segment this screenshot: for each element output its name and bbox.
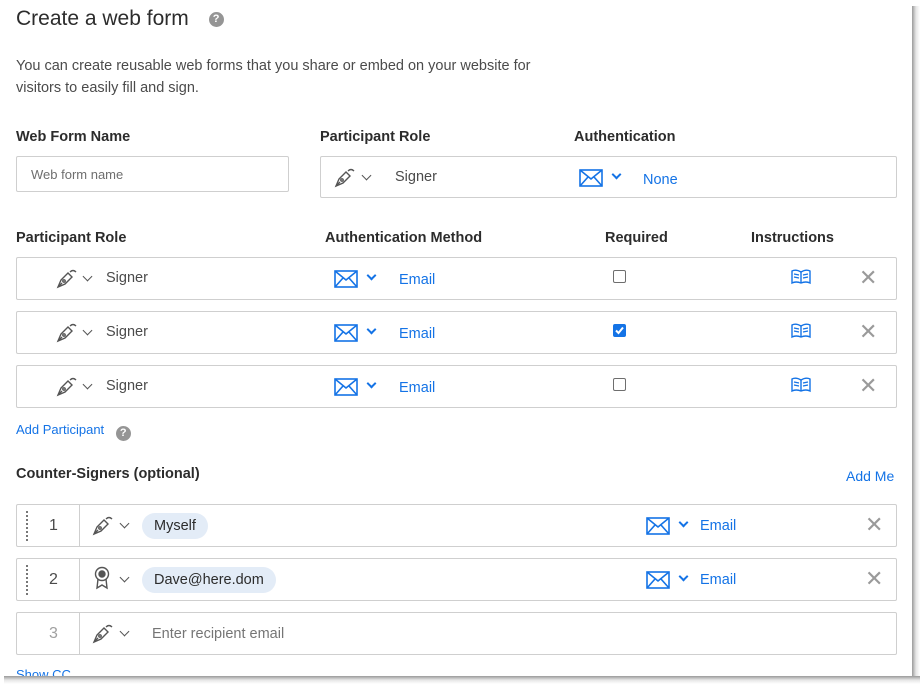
authentication-method-value[interactable]: Email bbox=[700, 518, 736, 534]
award-icon[interactable] bbox=[93, 566, 111, 597]
table-row: Signer Email ✕ bbox=[16, 311, 897, 354]
close-icon[interactable]: ✕ bbox=[865, 514, 883, 536]
chevron-down-icon[interactable] bbox=[82, 379, 93, 390]
book-icon[interactable] bbox=[791, 377, 811, 398]
participant-role-value[interactable]: Signer bbox=[106, 324, 148, 340]
pen-icon[interactable] bbox=[333, 167, 357, 194]
recipient-email-input[interactable] bbox=[152, 623, 552, 645]
add-participant-link[interactable]: Add Participant bbox=[16, 422, 104, 437]
authentication-method-value[interactable]: Email bbox=[700, 572, 736, 588]
panel-shadow bbox=[4, 676, 920, 684]
divider bbox=[79, 613, 80, 654]
default-participant-row: Signer None bbox=[320, 156, 897, 198]
mail-icon[interactable] bbox=[646, 571, 670, 594]
counter-signer-row: 1 Myself Email ✕ bbox=[16, 504, 897, 547]
page-title-text: Create a web form bbox=[16, 7, 189, 30]
chevron-down-icon[interactable] bbox=[119, 572, 130, 583]
close-icon[interactable]: ✕ bbox=[859, 375, 877, 397]
participant-role-value[interactable]: Signer bbox=[106, 378, 148, 394]
add-participant: Add Participant ? bbox=[16, 422, 131, 441]
chevron-down-icon[interactable] bbox=[82, 325, 93, 336]
show-cc-link[interactable]: Show CC bbox=[16, 667, 71, 676]
recipient-pill[interactable]: Myself bbox=[142, 513, 208, 539]
close-icon[interactable]: ✕ bbox=[859, 267, 877, 289]
mail-icon[interactable] bbox=[334, 378, 358, 401]
authentication-label: Authentication bbox=[574, 129, 676, 145]
mail-icon[interactable] bbox=[334, 270, 358, 293]
chevron-down-icon[interactable] bbox=[366, 378, 377, 389]
pen-icon[interactable] bbox=[55, 268, 79, 295]
page-title: Create a web form ? bbox=[16, 7, 224, 31]
chevron-down-icon[interactable] bbox=[82, 271, 93, 282]
mail-icon[interactable] bbox=[334, 324, 358, 347]
pen-icon[interactable] bbox=[91, 515, 115, 542]
participant-role-value[interactable]: Signer bbox=[106, 270, 148, 286]
col-instructions: Instructions bbox=[751, 230, 834, 246]
participant-role-label: Participant Role bbox=[320, 129, 431, 145]
chevron-down-icon[interactable] bbox=[119, 626, 130, 637]
col-authentication-method: Authentication Method bbox=[325, 230, 483, 246]
required-checkbox[interactable] bbox=[613, 378, 626, 391]
authentication-value[interactable]: None bbox=[643, 172, 678, 188]
chevron-down-icon[interactable] bbox=[119, 518, 130, 529]
counter-signers-label: Counter-Signers (optional) bbox=[16, 466, 200, 482]
web-form-panel: Create a web form ? You can create reusa… bbox=[0, 0, 912, 676]
pen-icon[interactable] bbox=[55, 376, 79, 403]
pen-icon[interactable] bbox=[55, 322, 79, 349]
mail-icon[interactable] bbox=[579, 169, 603, 192]
check-icon bbox=[615, 326, 624, 335]
row-index: 1 bbox=[49, 517, 58, 534]
help-icon[interactable]: ? bbox=[208, 11, 224, 27]
table-row: Signer Email ✕ bbox=[16, 365, 897, 408]
divider bbox=[79, 505, 80, 546]
required-checkbox[interactable] bbox=[613, 324, 626, 337]
row-index: 2 bbox=[49, 571, 58, 588]
authentication-method-value[interactable]: Email bbox=[399, 326, 435, 342]
authentication-method-value[interactable]: Email bbox=[399, 380, 435, 396]
chevron-down-icon[interactable] bbox=[366, 270, 377, 281]
chevron-down-icon[interactable] bbox=[678, 517, 689, 528]
web-form-name-input[interactable] bbox=[16, 156, 289, 192]
help-icon[interactable]: ? bbox=[115, 425, 131, 441]
add-me-link[interactable]: Add Me bbox=[846, 468, 894, 484]
book-icon[interactable] bbox=[791, 323, 811, 344]
mail-icon[interactable] bbox=[646, 517, 670, 540]
pen-icon[interactable] bbox=[91, 623, 115, 650]
chevron-down-icon[interactable] bbox=[366, 324, 377, 335]
authentication-method-value[interactable]: Email bbox=[399, 272, 435, 288]
close-icon[interactable]: ✕ bbox=[865, 568, 883, 590]
required-checkbox[interactable] bbox=[613, 270, 626, 283]
counter-signer-row: 2 Dave@here.dom Email ✕ bbox=[16, 558, 897, 601]
chevron-down-icon[interactable] bbox=[678, 571, 689, 582]
counter-signer-row: 3 bbox=[16, 612, 897, 655]
drag-handle-icon[interactable] bbox=[26, 511, 28, 541]
close-icon[interactable]: ✕ bbox=[859, 321, 877, 343]
drag-handle-icon[interactable] bbox=[26, 565, 28, 595]
col-participant-role: Participant Role bbox=[16, 230, 127, 246]
page-description: You can create reusable web forms that y… bbox=[16, 58, 531, 96]
web-form-name-label: Web Form Name bbox=[16, 129, 131, 145]
row-index: 3 bbox=[49, 625, 58, 642]
table-row: Signer Email ✕ bbox=[16, 257, 897, 300]
col-required: Required bbox=[605, 230, 668, 246]
recipient-pill[interactable]: Dave@here.dom bbox=[142, 567, 276, 593]
chevron-down-icon[interactable] bbox=[611, 169, 622, 180]
participant-role-value[interactable]: Signer bbox=[395, 169, 437, 185]
panel-shadow bbox=[912, 6, 920, 680]
book-icon[interactable] bbox=[791, 269, 811, 290]
chevron-down-icon[interactable] bbox=[361, 170, 372, 181]
divider bbox=[79, 559, 80, 600]
